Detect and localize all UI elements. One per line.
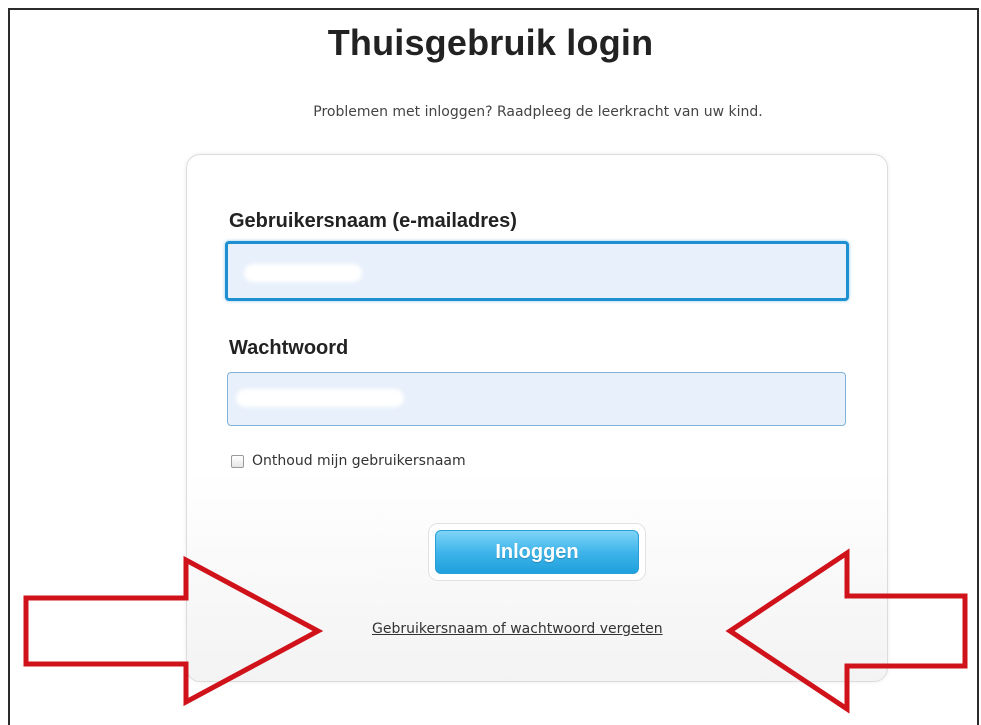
left-arrow-icon	[23, 555, 324, 707]
annotation-arrows	[23, 548, 968, 714]
right-arrow-icon	[725, 548, 968, 714]
